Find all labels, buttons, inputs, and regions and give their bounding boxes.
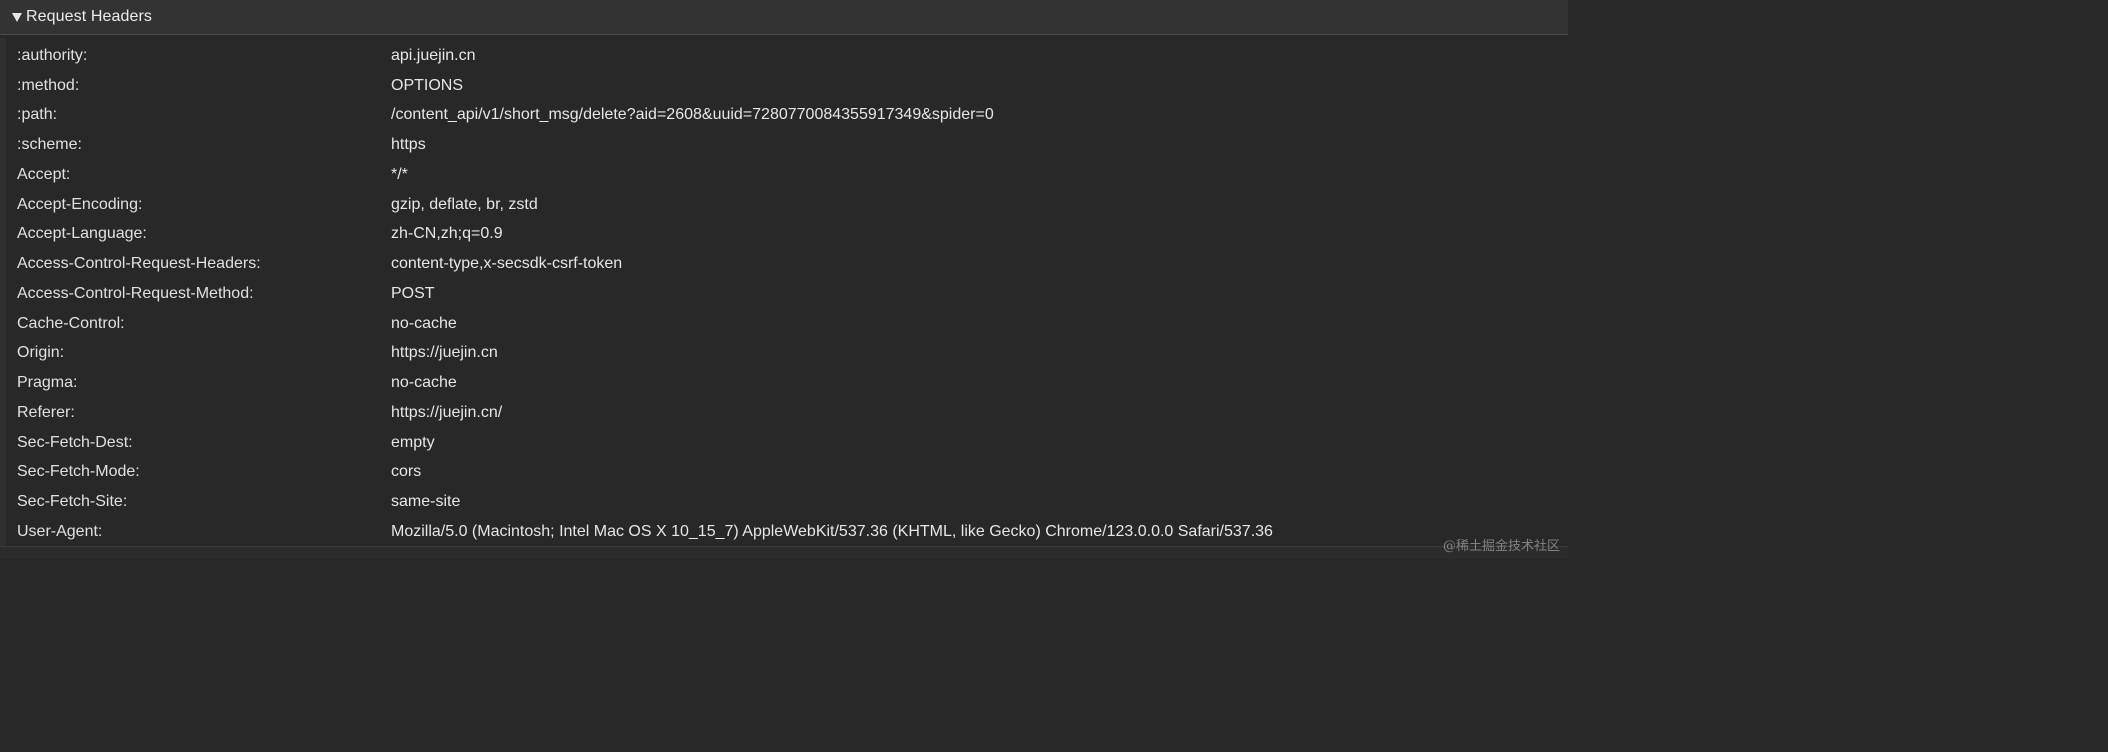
horizontal-scrollbar[interactable] — [0, 546, 1568, 559]
header-value: content-type,x-secsdk-csrf-token — [391, 255, 623, 273]
header-name: Referer: — [17, 403, 75, 421]
header-value: https://juejin.cn — [391, 344, 498, 362]
header-name: Sec-Fetch-Mode: — [17, 463, 140, 481]
header-value: Mozilla/5.0 (Macintosh; Intel Mac OS X 1… — [391, 522, 1273, 540]
header-value: no-cache — [391, 314, 457, 332]
header-name: Origin: — [17, 344, 65, 362]
header-value: https — [391, 136, 426, 154]
header-name: Accept-Language: — [17, 225, 147, 243]
header-name: Access-Control-Request-Method: — [17, 284, 254, 302]
header-name: Sec-Fetch-Site: — [17, 493, 128, 511]
header-name: :path: — [17, 106, 58, 124]
header-value: api.juejin.cn — [391, 46, 476, 64]
header-row: Pragma: no-cache — [6, 368, 1566, 398]
header-value: https://juejin.cn/ — [391, 403, 503, 421]
request-headers-list: :authority: api.juejin.cn :method: OPTIO… — [0, 38, 1568, 546]
header-value: empty — [391, 433, 435, 451]
header-row: :path: /content_api/v1/short_msg/delete?… — [6, 101, 1566, 131]
header-row: Sec-Fetch-Mode: cors — [6, 458, 1566, 488]
header-name: :authority: — [17, 46, 88, 64]
header-row: User-Agent: Mozilla/5.0 (Macintosh; Inte… — [6, 517, 1566, 547]
header-row: Access-Control-Request-Method: POST — [6, 279, 1566, 309]
header-row: :method: OPTIONS — [6, 71, 1566, 101]
header-name: Pragma: — [17, 374, 78, 392]
header-row: Accept: */* — [6, 160, 1566, 190]
header-row: Accept-Encoding: gzip, deflate, br, zstd — [6, 190, 1566, 220]
header-value: no-cache — [391, 374, 457, 392]
triangle-down-icon — [12, 12, 22, 22]
header-name: Accept: — [17, 165, 71, 183]
header-value: /content_api/v1/short_msg/delete?aid=260… — [391, 106, 994, 124]
header-row: :scheme: https — [6, 130, 1566, 160]
header-row: Sec-Fetch-Dest: empty — [6, 428, 1566, 458]
header-row: Referer: https://juejin.cn/ — [6, 398, 1566, 428]
header-value: cors — [391, 463, 422, 481]
header-row: :authority: api.juejin.cn — [6, 41, 1566, 71]
header-value: POST — [391, 284, 435, 302]
header-name: :scheme: — [17, 136, 82, 154]
header-value: */* — [391, 165, 408, 183]
header-value: same-site — [391, 493, 461, 511]
request-headers-toggle[interactable]: Request Headers — [0, 0, 1568, 35]
header-row: Origin: https://juejin.cn — [6, 339, 1566, 369]
header-row: Accept-Language: zh-CN,zh;q=0.9 — [6, 220, 1566, 250]
header-name: Access-Control-Request-Headers: — [17, 255, 261, 273]
header-name: Accept-Encoding: — [17, 195, 143, 213]
header-value: gzip, deflate, br, zstd — [391, 195, 538, 213]
section-title: Request Headers — [26, 8, 153, 25]
header-row: Cache-Control: no-cache — [6, 309, 1566, 339]
header-name: User-Agent: — [17, 522, 103, 540]
header-name: Cache-Control: — [17, 314, 125, 332]
header-name: :method: — [17, 76, 80, 94]
header-value: zh-CN,zh;q=0.9 — [391, 225, 503, 243]
header-row: Sec-Fetch-Site: same-site — [6, 487, 1566, 517]
header-name: Sec-Fetch-Dest: — [17, 433, 133, 451]
header-value: OPTIONS — [391, 76, 464, 94]
header-row: Access-Control-Request-Headers: content-… — [6, 249, 1566, 279]
watermark: @稀土掘金技术社区 — [1442, 539, 1560, 554]
